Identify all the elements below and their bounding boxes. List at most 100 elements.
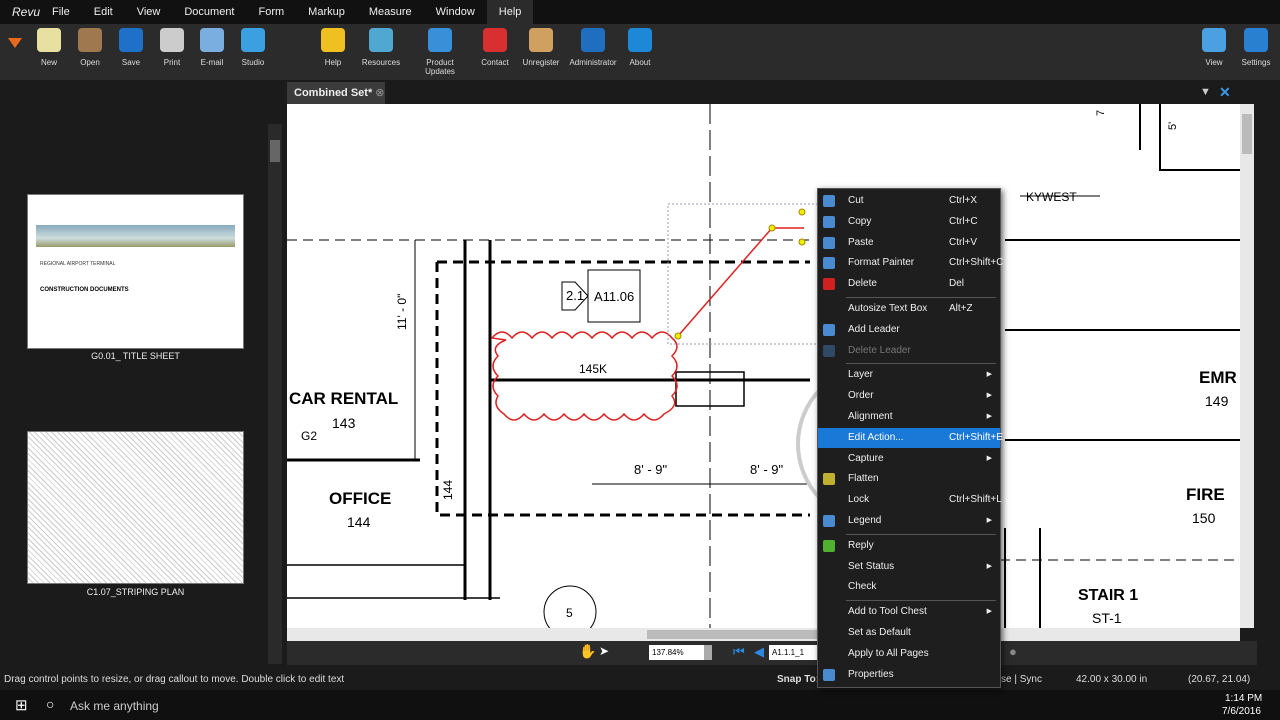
menu-edit[interactable]: Edit (82, 0, 125, 24)
dimension: 5' (1167, 122, 1179, 130)
drawing-canvas[interactable]: CAR RENTAL 143 OFFICE 144 EMR 149 FIRE 1… (287, 104, 1240, 628)
vertical-scrollbar[interactable] (1240, 104, 1254, 628)
selection-box (667, 203, 819, 345)
left-panel-scrollbar[interactable] (268, 124, 282, 664)
windows-start-icon[interactable]: ⊞ (15, 696, 28, 714)
previous-page-icon[interactable]: ◀ (754, 644, 764, 660)
sync-toggle[interactable]: se | Sync (1001, 674, 1042, 685)
revision-cloud-markup[interactable] (490, 331, 678, 421)
callout-leader[interactable] (677, 227, 804, 337)
submenu-arrow-icon: ▶ (986, 454, 992, 462)
status-hint: Drag control points to resize, or drag c… (4, 674, 345, 685)
control-point[interactable] (768, 224, 776, 232)
studio-button[interactable]: Studio (228, 28, 278, 67)
thumbnail-striping-plan[interactable] (27, 431, 244, 584)
menu-item-autosize-text-box[interactable]: Autosize Text Box Alt+Z (818, 299, 1000, 319)
navigation-bar: ✋ ➤ 137.84% ⏮ ◀ A1.1.1_1 ● (287, 641, 1257, 665)
flatten-icon (823, 473, 835, 486)
menu-item-edit-action[interactable]: Edit Action... Ctrl+Shift+E (818, 427, 1003, 448)
menu-item-paste[interactable]: Paste Ctrl+V (818, 233, 1000, 253)
menu-item-capture[interactable]: Capture ▶ (818, 449, 1000, 469)
ribbon-toolbar: New Open Save Print E-mail Studio Help Resource… (0, 24, 1280, 80)
close-tab-icon[interactable]: ⊗ (375, 87, 384, 99)
quick-menu-arrow-icon[interactable] (8, 38, 22, 48)
menu-file[interactable]: File (40, 0, 82, 24)
button-label: Help (324, 58, 342, 67)
menu-help[interactable]: Help (486, 0, 534, 24)
menu-item-label: Alignment (848, 411, 893, 422)
button-label: Unregister (522, 58, 560, 67)
about-button[interactable]: About (615, 28, 665, 67)
unregister-button[interactable]: Unregister (516, 28, 566, 67)
taskbar-search[interactable]: Ask me anything (70, 699, 159, 713)
copy-icon (823, 215, 835, 228)
cortana-icon[interactable]: ○ (46, 696, 54, 712)
menu-view[interactable]: View (125, 0, 173, 24)
control-point[interactable] (798, 238, 806, 246)
menu-item-add-to-tool-chest[interactable]: Add to Tool Chest ▶ (818, 602, 1000, 622)
menu-markup[interactable]: Markup (296, 0, 357, 24)
menu-item-check[interactable]: Check (818, 577, 1000, 597)
format-painter-icon (823, 257, 835, 270)
key-icon (529, 28, 553, 52)
zoom-level-field[interactable]: 137.84% (649, 645, 704, 660)
contact-button[interactable]: Contact (470, 28, 520, 67)
menu-window[interactable]: Window (424, 0, 487, 24)
menu-item-delete-leader[interactable]: Delete Leader (818, 341, 1000, 361)
menu-measure[interactable]: Measure (357, 0, 424, 24)
menu-item-set-as-default[interactable]: Set as Default (818, 623, 1000, 643)
product-updates-button[interactable]: Product Updates (415, 28, 465, 76)
menu-item-label: Capture (848, 452, 884, 464)
menu-item-format-painter[interactable]: Format Painter Ctrl+Shift+C (818, 253, 1003, 273)
button-label: About (629, 58, 651, 67)
menu-item-flatten[interactable]: Flatten (818, 469, 1000, 489)
control-point[interactable] (674, 332, 682, 340)
room-name: STAIR 1 (1078, 587, 1138, 604)
menu-item-order[interactable]: Order ▶ (818, 386, 1000, 406)
resources-button[interactable]: Resources (356, 28, 406, 67)
first-page-icon[interactable]: ⏮ (733, 644, 745, 660)
menu-item-alignment[interactable]: Alignment ▶ (818, 407, 1000, 427)
menu-item-label: Add Leader (848, 323, 900, 335)
thumbnail-subtitle: CONSTRUCTION DOCUMENTS (40, 287, 129, 293)
menu-form[interactable]: Form (247, 0, 297, 24)
menu-item-properties[interactable]: Properties (818, 665, 1000, 685)
menu-item-cut[interactable]: Cut Ctrl+X (818, 191, 1000, 211)
menu-item-copy[interactable]: Copy Ctrl+C (818, 212, 1000, 232)
settings-button[interactable]: Settings (1231, 28, 1280, 67)
menu-item-shortcut: Del (949, 278, 965, 290)
close-document-icon[interactable]: ✕ (1219, 84, 1231, 101)
thumbnail-title-sheet[interactable]: REGIONAL AIRPORT TERMINAL CONSTRUCTION D… (27, 194, 244, 349)
folder-icon (78, 28, 102, 52)
snap-to-label[interactable]: Snap To: (777, 674, 819, 685)
horizontal-scrollbar[interactable] (287, 628, 1240, 641)
menu-item-label: Add to Tool Chest (848, 606, 927, 618)
submenu-arrow-icon: ▶ (986, 608, 992, 616)
zoom-dropdown[interactable] (704, 645, 712, 660)
menu-item-delete[interactable]: Delete Del (818, 274, 1000, 294)
button-label: Settings (1241, 58, 1271, 67)
tab-menu-icon[interactable]: ▼ (1200, 86, 1211, 98)
menu-item-lock[interactable]: Lock Ctrl+Shift+L (818, 490, 1002, 510)
menu-item-set-status[interactable]: Set Status ▶ (818, 557, 1000, 577)
next-view-icon[interactable]: ● (1009, 644, 1017, 659)
menu-item-legend[interactable]: Legend ▶ (818, 511, 1000, 531)
menu-item-apply-to-all-pages[interactable]: Apply to All Pages (818, 644, 1000, 664)
menu-item-reply[interactable]: Reply (818, 536, 1000, 556)
help-icon (321, 28, 345, 52)
menu-document[interactable]: Document (172, 0, 246, 24)
menu-item-layer[interactable]: Layer ▶ (818, 365, 1000, 385)
cursor-coordinates: (20.67, 21.04) (1188, 674, 1251, 685)
submenu-arrow-icon: ▶ (986, 413, 992, 420)
page-field[interactable]: A1.1.1_1 (769, 645, 817, 660)
control-point[interactable] (798, 208, 806, 216)
tab-combined-set[interactable]: Combined Set* ⊗ (287, 82, 385, 104)
menu-separator (846, 297, 996, 298)
pan-tool-icon[interactable]: ✋ (579, 643, 596, 660)
select-tool-icon[interactable]: ➤ (599, 644, 609, 658)
administrator-button[interactable]: Administrator (568, 28, 618, 67)
help-button[interactable]: Help (308, 28, 358, 67)
menu-item-label: Delete Leader (848, 344, 911, 356)
room-name: OFFICE (329, 489, 391, 508)
menu-item-add-leader[interactable]: Add Leader (818, 320, 1000, 340)
